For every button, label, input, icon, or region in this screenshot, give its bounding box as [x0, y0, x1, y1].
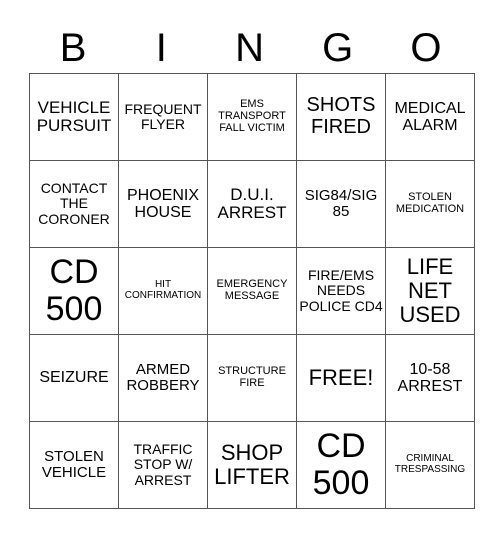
- bingo-cell[interactable]: STOLEN VEHICLE: [29, 421, 119, 509]
- bingo-cell[interactable]: SEIZURE: [29, 334, 119, 422]
- bingo-cell[interactable]: D.U.I. ARREST: [207, 160, 297, 248]
- bingo-cell[interactable]: ARMED ROBBERY: [118, 334, 208, 422]
- bingo-cell[interactable]: CRIMINAL TRESPASSING: [385, 421, 475, 509]
- header-letter-n: N: [235, 26, 264, 70]
- bingo-cell[interactable]: SHOTS FIRED: [296, 73, 386, 161]
- bingo-cell[interactable]: FREQUENT FLYER: [118, 73, 208, 161]
- bingo-cell[interactable]: 10-58 ARREST: [385, 334, 475, 422]
- bingo-cell[interactable]: FIRE/EMS NEEDS POLICE CD4: [296, 247, 386, 335]
- header-letter-i: I: [155, 26, 167, 70]
- bingo-cell[interactable]: TRAFFIC STOP W/ ARREST: [118, 421, 208, 509]
- bingo-cell[interactable]: EMS TRANSPORT FALL VICTIM: [207, 73, 297, 161]
- bingo-board: VEHICLE PURSUIT FREQUENT FLYER EMS TRANS…: [29, 73, 475, 509]
- board-row: SEIZURE ARMED ROBBERY STRUCTURE FIRE FRE…: [29, 334, 475, 422]
- bingo-cell[interactable]: SIG84/SIG 85: [296, 160, 386, 248]
- bingo-cell[interactable]: STOLEN MEDICATION: [385, 160, 475, 248]
- board-row: CONTACT THE CORONER PHOENIX HOUSE D.U.I.…: [29, 160, 475, 248]
- bingo-cell[interactable]: CD 500: [29, 247, 119, 335]
- header-letter-o: O: [410, 26, 442, 70]
- header-letter-g: G: [322, 26, 354, 70]
- bingo-cell[interactable]: CD 500: [296, 421, 386, 509]
- bingo-cell[interactable]: MEDICAL ALARM: [385, 73, 475, 161]
- bingo-cell[interactable]: SHOP LIFTER: [207, 421, 297, 509]
- bingo-cell[interactable]: VEHICLE PURSUIT: [29, 73, 119, 161]
- bingo-cell[interactable]: STRUCTURE FIRE: [207, 334, 297, 422]
- bingo-cell[interactable]: LIFE NET USED: [385, 247, 475, 335]
- board-row: CD 500 HIT CONFIRMATION EMERGENCY MESSAG…: [29, 247, 475, 335]
- header-letter-b: B: [59, 26, 87, 70]
- bingo-cell[interactable]: CONTACT THE CORONER: [29, 160, 119, 248]
- bingo-cell[interactable]: PHOENIX HOUSE: [118, 160, 208, 248]
- bingo-cell[interactable]: HIT CONFIRMATION: [118, 247, 208, 335]
- bingo-cell[interactable]: EMERGENCY MESSAGE: [207, 247, 297, 335]
- bingo-header: B I N G O: [29, 22, 470, 74]
- free-space[interactable]: FREE!: [296, 334, 386, 422]
- board-row: STOLEN VEHICLE TRAFFIC STOP W/ ARREST SH…: [29, 421, 475, 509]
- board-row: VEHICLE PURSUIT FREQUENT FLYER EMS TRANS…: [29, 73, 475, 161]
